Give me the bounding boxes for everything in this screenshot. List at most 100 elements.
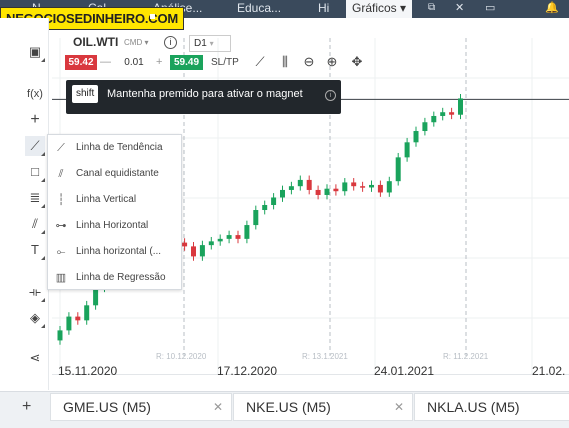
candle xyxy=(449,112,455,115)
tooltip-info-icon: i xyxy=(325,90,336,101)
candle xyxy=(271,197,277,205)
close-tab-icon[interactable]: ✕ xyxy=(455,0,464,18)
candle xyxy=(377,184,383,193)
text-tool-icon[interactable]: T xyxy=(25,240,45,260)
sell-button[interactable]: 59.42 xyxy=(65,55,97,70)
candles-icon[interactable]: ⫼ xyxy=(276,53,294,71)
candle xyxy=(66,316,72,331)
share-icon[interactable]: ⋖ xyxy=(25,348,45,368)
rollover-label: R: 11.2.2021 xyxy=(443,352,489,361)
horizontal-ray-icon: ⟜ xyxy=(56,246,66,258)
menu-item-regression[interactable]: ▥ Linha de Regressão xyxy=(48,265,181,291)
candle xyxy=(324,188,330,195)
line-chart-icon[interactable]: ⟋ xyxy=(251,53,269,71)
candle xyxy=(217,238,223,242)
zoom-in-icon[interactable]: ⊕ xyxy=(323,53,341,71)
candle xyxy=(244,225,250,239)
add-chart-tab-button[interactable]: + xyxy=(22,398,31,416)
chart-tab[interactable]: GME.US (M5) ✕ xyxy=(50,393,232,421)
tab-educacao[interactable]: Educa... xyxy=(237,0,281,18)
candle xyxy=(262,205,268,211)
candle xyxy=(306,179,312,190)
x-tick-label: 24.01.2021 xyxy=(374,364,435,378)
candle xyxy=(395,157,401,182)
move-icon[interactable]: ✥ xyxy=(348,53,366,71)
chart-type-icon[interactable]: ▣ xyxy=(25,42,45,62)
candle xyxy=(288,186,294,190)
regression-icon: ▥ xyxy=(55,272,67,284)
candle xyxy=(253,210,259,226)
decrease-quantity-button[interactable]: — xyxy=(100,55,112,70)
candle xyxy=(208,241,214,246)
tooltip-text: Mantenha premido para ativar o magnet xyxy=(107,88,303,100)
interval-select[interactable]: D1 ▾ xyxy=(189,35,231,52)
candle xyxy=(84,305,90,321)
instrument-type: CMD ▾ xyxy=(124,38,149,47)
vertical-line-icon: ┆ xyxy=(57,194,65,206)
candle xyxy=(75,316,81,321)
menu-item-channel[interactable]: ⫽ Canal equidistante xyxy=(48,161,181,187)
pitchfork-tool-icon[interactable]: ⫽ xyxy=(25,214,45,234)
candle xyxy=(199,245,205,257)
rollover-label: R: 10.12.2020 xyxy=(156,352,207,361)
popout-icon[interactable]: ⧉ xyxy=(428,0,435,18)
increase-quantity-button[interactable]: + xyxy=(156,55,166,70)
candle xyxy=(369,184,374,188)
x-tick-label: 15.11.2020 xyxy=(58,364,118,378)
menu-item-horizontal-line[interactable]: ⊶ Linha Horizontal xyxy=(48,213,181,239)
menu-item-trendline[interactable]: ⟋ Linha de Tendência xyxy=(48,135,181,161)
layout-icon[interactable]: ▭ xyxy=(485,0,495,18)
time-axis-line xyxy=(52,374,569,375)
candle xyxy=(360,186,366,188)
drawing-tools-menu: ⟋ Linha de Tendência ⫽ Canal equidistante … xyxy=(47,134,182,290)
fibonacci-tool-icon[interactable]: ≣ xyxy=(25,188,45,208)
instrument-symbol[interactable]: OIL.WTI xyxy=(73,35,118,49)
candle xyxy=(431,115,437,123)
candle xyxy=(351,182,357,187)
sltp-button[interactable]: SL/TP xyxy=(211,55,239,70)
tab-hi[interactable]: Hi xyxy=(318,0,329,18)
candle xyxy=(333,188,339,192)
shift-key-badge: shift xyxy=(72,85,99,103)
horizontal-line-icon: ⊶ xyxy=(55,220,67,232)
candle xyxy=(235,235,241,239)
candle xyxy=(191,246,196,257)
buy-button[interactable]: 59.49 xyxy=(170,55,203,70)
zoom-out-icon[interactable]: ⊖ xyxy=(300,53,318,71)
candle xyxy=(386,181,392,193)
x-tick-label: 21.02. xyxy=(532,364,566,378)
x-tick-label: 17.12.2020 xyxy=(217,364,278,378)
channel-icon: ⫽ xyxy=(58,168,64,180)
close-icon[interactable]: ✕ xyxy=(394,394,404,420)
quantity-input[interactable]: 0.01 xyxy=(115,55,153,70)
tab-graficos[interactable]: Gráficos ▾ xyxy=(346,0,413,18)
candle xyxy=(57,330,63,341)
rectangle-tool-icon[interactable]: □ xyxy=(25,162,45,182)
candle xyxy=(458,98,463,115)
close-icon[interactable]: ✕ xyxy=(213,394,223,420)
candle xyxy=(413,131,419,143)
candle xyxy=(315,189,321,195)
menu-item-horizontal-ray[interactable]: ⟜ Linha horizontal (... xyxy=(48,239,181,265)
candle xyxy=(342,182,348,192)
trendline-tool-icon[interactable]: ⟋ xyxy=(25,136,45,156)
candle xyxy=(182,242,188,247)
crosshair-icon[interactable]: + xyxy=(25,110,45,130)
measure-tool-icon[interactable]: ⟛ xyxy=(25,282,45,302)
chart-tab[interactable]: NKLA.US (M5) xyxy=(414,393,569,421)
logo-badge xyxy=(150,14,155,19)
chart-tab[interactable]: NKE.US (M5) ✕ xyxy=(233,393,413,421)
candle xyxy=(280,189,285,198)
rollover-label: R: 13.1.2021 xyxy=(302,352,348,361)
layers-icon[interactable]: ◈ xyxy=(25,308,45,328)
info-icon[interactable]: i xyxy=(164,36,177,49)
indicators-button[interactable]: f(x) xyxy=(25,84,45,104)
candle xyxy=(297,179,303,187)
candle xyxy=(440,112,446,116)
candle xyxy=(422,122,428,132)
bell-icon[interactable]: 🔔 xyxy=(545,0,559,18)
candle xyxy=(404,142,410,158)
menu-item-vertical-line[interactable]: ┆ Linha Vertical xyxy=(48,187,181,213)
trendline-icon: ⟋ xyxy=(57,142,65,154)
candle xyxy=(226,235,232,239)
